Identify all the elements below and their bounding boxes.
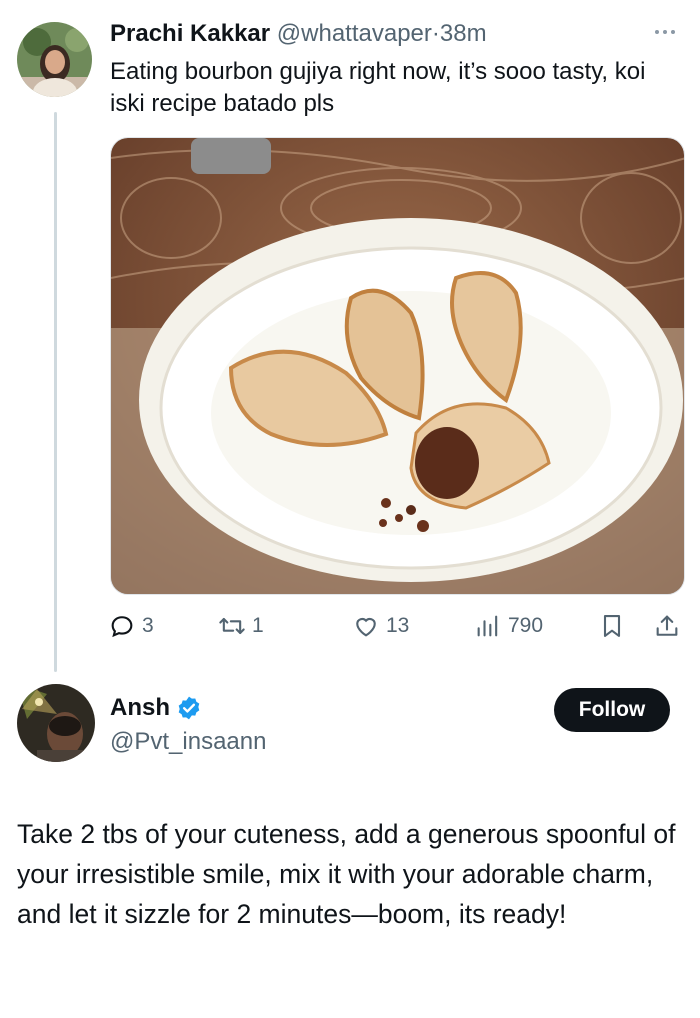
reply-icon — [111, 616, 133, 638]
follow-button[interactable]: Follow — [554, 688, 670, 732]
tweet-actions: 3 1 13 790 — [108, 608, 688, 644]
timestamp[interactable]: 38m — [440, 20, 487, 47]
views-button[interactable]: 790 — [474, 608, 543, 644]
handle[interactable]: @Pvt_insaann — [110, 728, 266, 756]
more-icon[interactable] — [650, 22, 680, 42]
tweet-text: Eating bourbon gujiya right now, it’s so… — [110, 58, 646, 117]
bookmark-icon — [603, 615, 621, 637]
retweet-icon — [219, 617, 245, 635]
tweet-header: Prachi Kakkar @whattavaper·38m — [110, 18, 487, 50]
like-count: 13 — [386, 614, 410, 637]
tweet-header: Ansh — [110, 694, 202, 722]
avatar[interactable] — [17, 684, 95, 762]
retweet-count: 1 — [252, 614, 264, 637]
share-icon — [656, 615, 678, 636]
like-button[interactable]: 13 — [352, 608, 409, 644]
thread-line — [54, 112, 57, 672]
display-name[interactable]: Ansh — [110, 694, 170, 722]
verified-icon — [178, 696, 200, 720]
reply-count: 3 — [142, 614, 154, 637]
like-icon — [356, 617, 376, 637]
bookmark-button[interactable] — [598, 608, 626, 644]
separator: · — [431, 20, 440, 47]
retweet-button[interactable]: 1 — [218, 608, 264, 644]
avatar[interactable] — [17, 22, 92, 97]
tweet-text: Take 2 tbs of your cuteness, add a gener… — [17, 819, 676, 929]
tweet-photo[interactable] — [110, 137, 685, 595]
views-icon — [477, 615, 498, 637]
reply-button[interactable]: 3 — [108, 608, 154, 644]
handle[interactable]: @whattavaper — [277, 20, 432, 47]
display-name[interactable]: Prachi Kakkar — [110, 20, 270, 47]
share-button[interactable] — [653, 608, 681, 644]
views-count: 790 — [508, 614, 544, 637]
